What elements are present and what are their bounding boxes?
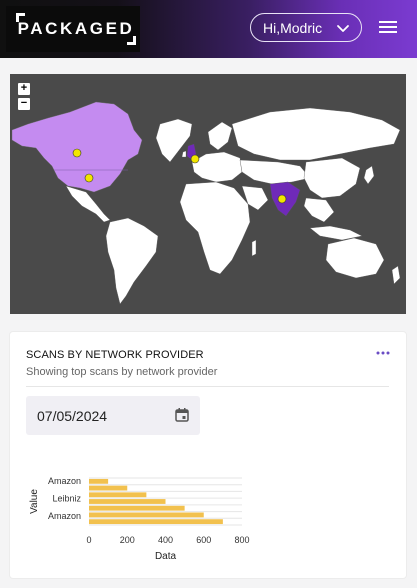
chevron-down-icon: [337, 24, 349, 32]
map-south-america: [105, 217, 159, 305]
world-map-svg: [11, 101, 401, 305]
map-china: [303, 157, 361, 199]
zoom-in-button[interactable]: +: [18, 83, 30, 95]
chart-bar: [89, 519, 223, 525]
world-map[interactable]: + −: [10, 74, 406, 314]
map-greenland: [155, 118, 193, 163]
map-new-zealand: [391, 265, 401, 285]
map-japan: [363, 165, 375, 185]
map-se-asia: [303, 197, 335, 223]
map-north-america: [11, 101, 143, 193]
chart-bar: [89, 478, 109, 484]
chart-bar: [89, 505, 185, 511]
map-marker: [277, 194, 287, 204]
chart-x-axis-label: Data: [155, 551, 177, 562]
chart-bar: [89, 485, 128, 491]
network-provider-bar-chart: Amazon Leibniz Amazon 0 200 400 600 800 Data Valu…: [29, 476, 250, 562]
chart-bar: [89, 512, 204, 518]
top-bar: PACKAGED Hi,Modric: [0, 0, 417, 58]
map-marker: [190, 154, 200, 164]
logo-bracket-right: [127, 36, 136, 45]
hamburger-menu-icon[interactable]: [378, 18, 398, 36]
map-marker: [72, 148, 82, 158]
logo[interactable]: PACKAGED: [6, 6, 140, 52]
chart-y-tick-label: Leibniz: [52, 494, 81, 504]
chart-x-tick-label: 200: [120, 535, 135, 545]
chart-y-tick-label: Amazon: [48, 476, 81, 486]
map-marker: [84, 173, 94, 183]
scans-card: SCANS BY NETWORK PROVIDER Showing top sc…: [10, 332, 406, 578]
chart-x-tick-label: 400: [158, 535, 173, 545]
map-central-america: [65, 185, 111, 223]
user-menu-dropdown[interactable]: Hi,Modric: [250, 13, 362, 42]
map-africa: [179, 181, 251, 275]
app-root: PACKAGED Hi,Modric + − SCANS BY NETWORK …: [0, 0, 417, 588]
map-central-asia: [239, 159, 311, 185]
chart-bar: [89, 499, 166, 504]
chart-x-tick-label: 600: [196, 535, 211, 545]
map-europe: [191, 151, 243, 183]
zoom-out-button[interactable]: −: [18, 98, 30, 110]
chart-y-tick-label: Amazon: [48, 511, 81, 521]
map-ireland: [181, 150, 187, 158]
logo-text: PACKAGED: [17, 19, 135, 38]
map-madagascar: [251, 239, 257, 257]
user-greeting: Hi,Modric: [263, 19, 323, 36]
chart-x-tick-label: 0: [86, 535, 91, 545]
map-russia: [231, 107, 401, 161]
map-australia: [325, 237, 385, 279]
chart-x-tick-label: 800: [234, 535, 249, 545]
chart-y-axis-label: Value: [29, 489, 40, 514]
map-scandinavia: [207, 121, 233, 151]
chart-bar: [89, 492, 147, 498]
